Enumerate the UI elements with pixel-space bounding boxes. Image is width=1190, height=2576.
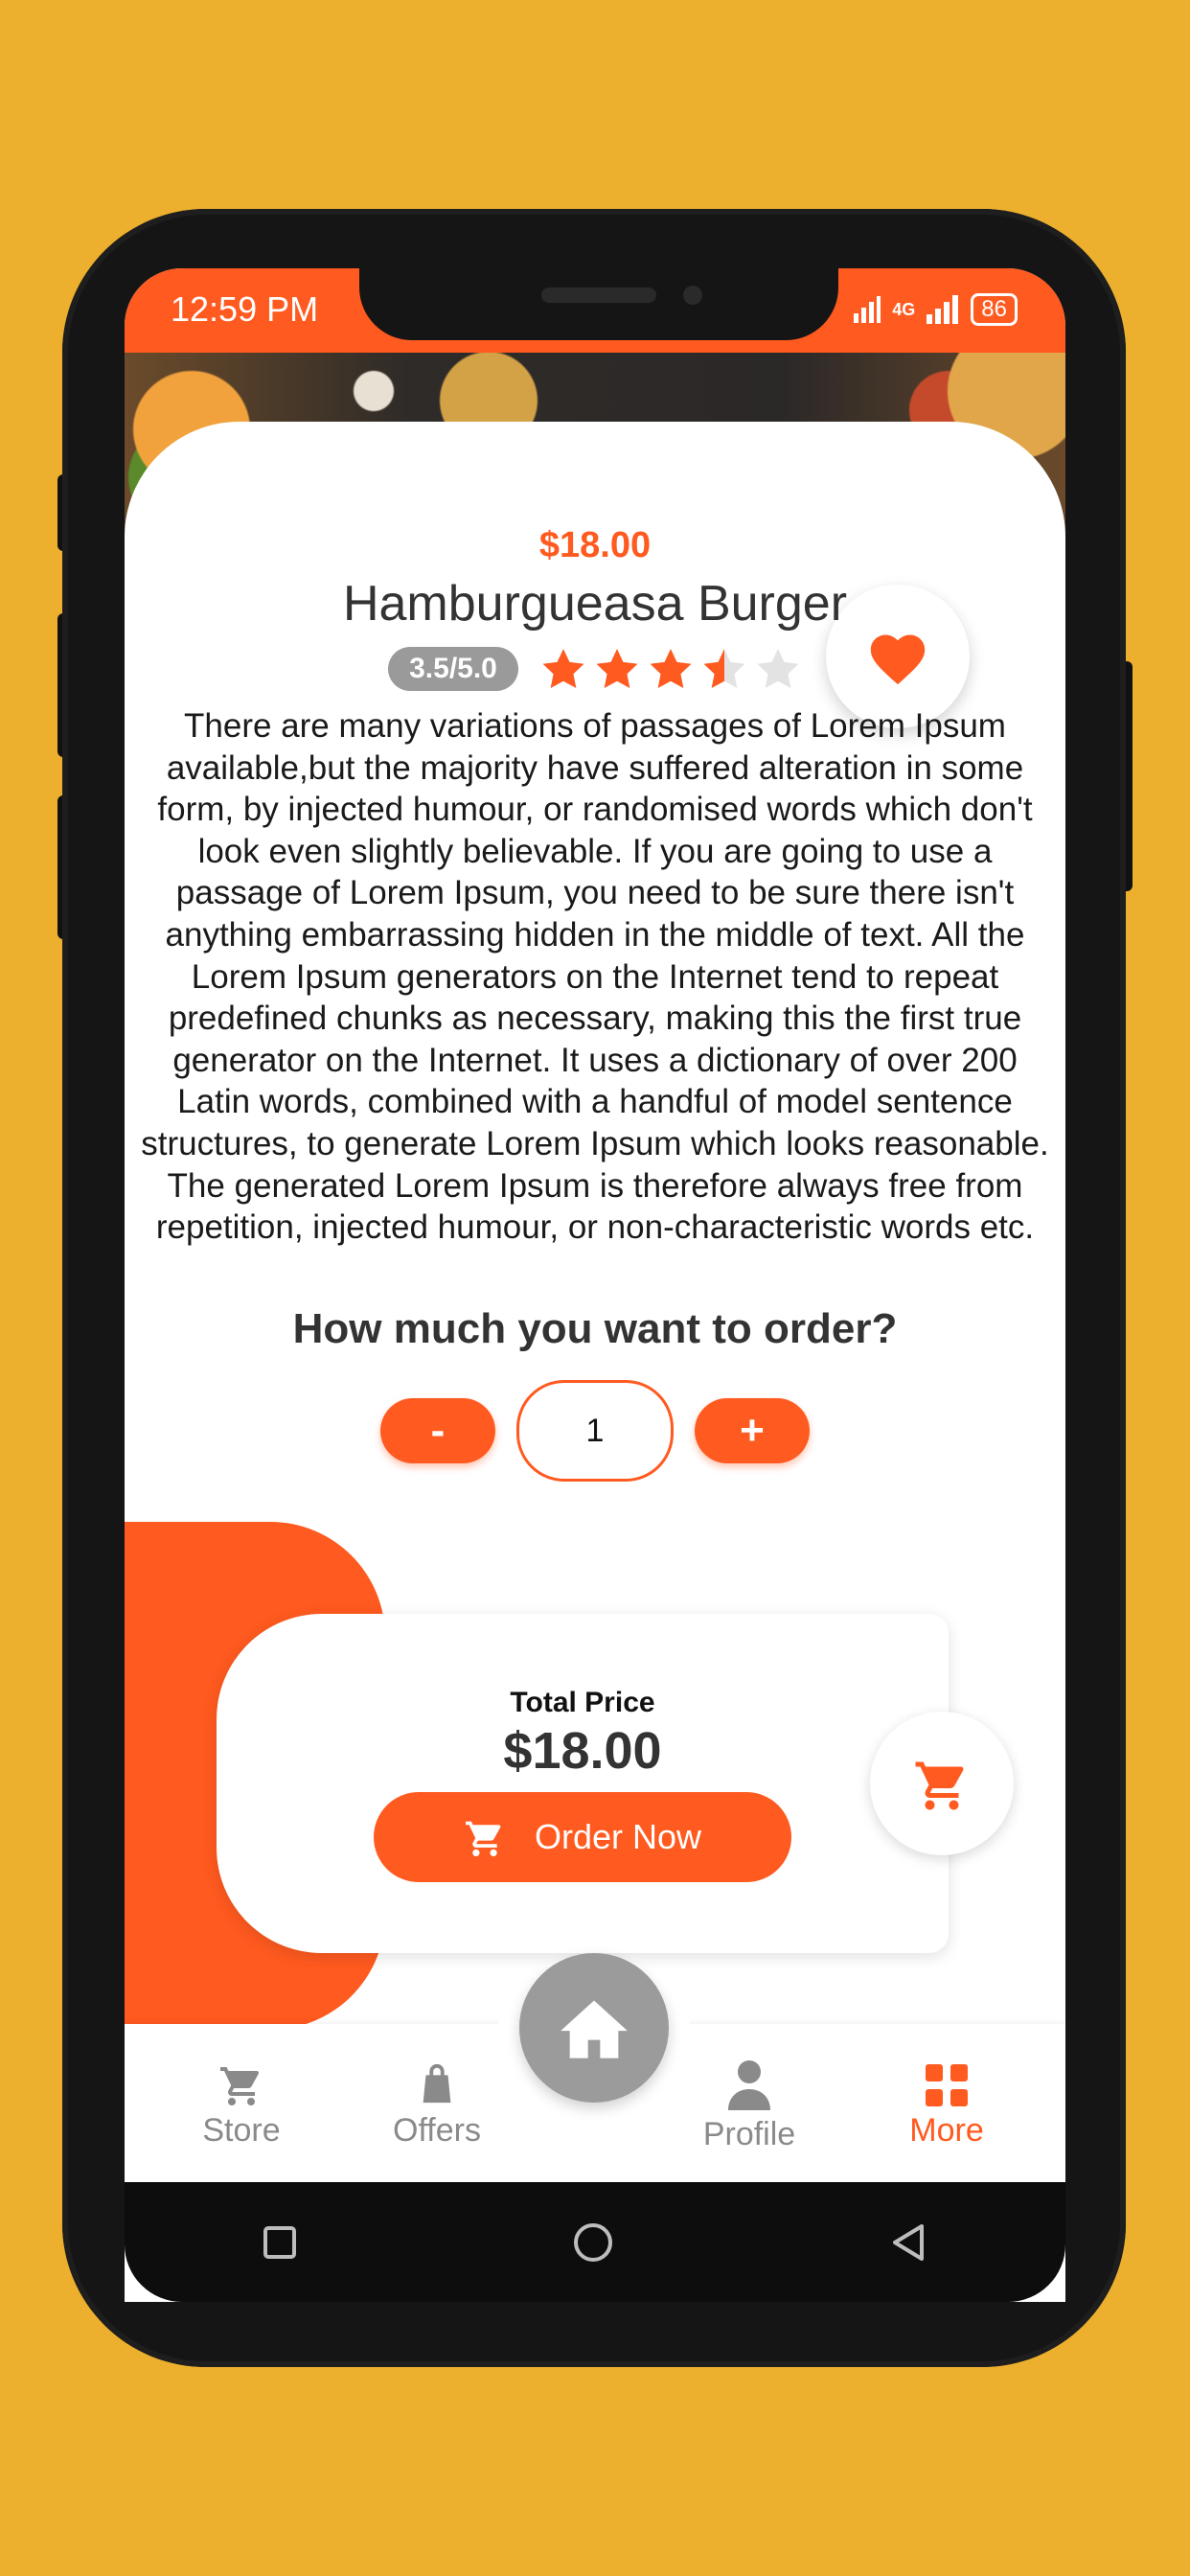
- star-icon: [703, 649, 745, 688]
- nav-label-more: More: [909, 2112, 984, 2149]
- status-icons: 4G 86: [852, 293, 1018, 326]
- nav-item-more[interactable]: More: [860, 2053, 1033, 2150]
- decrement-button[interactable]: -: [380, 1398, 495, 1463]
- home-button[interactable]: [519, 1953, 669, 2103]
- nav-item-profile[interactable]: Profile: [663, 2057, 835, 2153]
- product-title: Hamburgueasa Burger: [342, 576, 848, 632]
- network-type: 4G: [892, 299, 916, 319]
- product-price: $18.00: [538, 525, 652, 565]
- cart-icon: [465, 1821, 501, 1856]
- grid-icon: [926, 2064, 968, 2106]
- total-price-label: Total Price: [510, 1687, 655, 1718]
- app-screen: 12:59 PM 4G 86 $18.00 Hamburgueasa Burge…: [125, 268, 1065, 2302]
- signal-bars-icon: [927, 295, 959, 324]
- camera-notch: [359, 268, 838, 340]
- total-price-value: $18.00: [503, 1722, 662, 1780]
- person-icon: [728, 2060, 770, 2110]
- battery-icon: 86: [971, 293, 1018, 326]
- quantity-stepper: - 1 +: [125, 1380, 1065, 1482]
- order-question: How much you want to order?: [292, 1305, 898, 1352]
- star-icon: [596, 649, 638, 688]
- home-icon: [561, 2000, 628, 2058]
- star-icon: [757, 649, 799, 688]
- back-icon[interactable]: [889, 2222, 927, 2263]
- shopping-bag-icon: [423, 2063, 451, 2104]
- increment-button[interactable]: +: [695, 1398, 810, 1463]
- star-rating: [539, 646, 802, 692]
- rating-badge: 3.5/5.0: [388, 647, 518, 691]
- recents-icon[interactable]: [263, 2225, 297, 2260]
- cart-icon: [220, 2067, 260, 2105]
- battery-level: 86: [981, 296, 1007, 322]
- product-description: There are many variations of passages of…: [141, 707, 1049, 1247]
- status-time: 12:59 PM: [171, 289, 319, 329]
- system-navigation-bar: [125, 2182, 1065, 2302]
- order-now-button[interactable]: Order Now: [374, 1792, 791, 1882]
- nav-label-store: Store: [202, 2112, 281, 2149]
- speaker-grille: [541, 288, 656, 303]
- cart-icon: [915, 1761, 964, 1810]
- nav-label-offers: Offers: [393, 2112, 481, 2149]
- quantity-field[interactable]: 1: [516, 1380, 674, 1482]
- rating-row: 3.5/5.0: [125, 646, 1065, 692]
- nav-label-profile: Profile: [702, 2116, 796, 2152]
- nav-item-store[interactable]: Store: [155, 2053, 328, 2150]
- total-price-card: Total Price $18.00 Order Now: [217, 1614, 949, 1953]
- cart-button[interactable]: [870, 1712, 1014, 1855]
- signal-icon: [854, 296, 881, 323]
- front-camera: [683, 286, 702, 305]
- star-icon: [650, 649, 692, 688]
- order-now-label: Order Now: [534, 1817, 702, 1856]
- nav-item-offers[interactable]: Offers: [351, 2053, 523, 2150]
- star-icon: [542, 649, 584, 688]
- home-circle-icon[interactable]: [572, 2221, 614, 2264]
